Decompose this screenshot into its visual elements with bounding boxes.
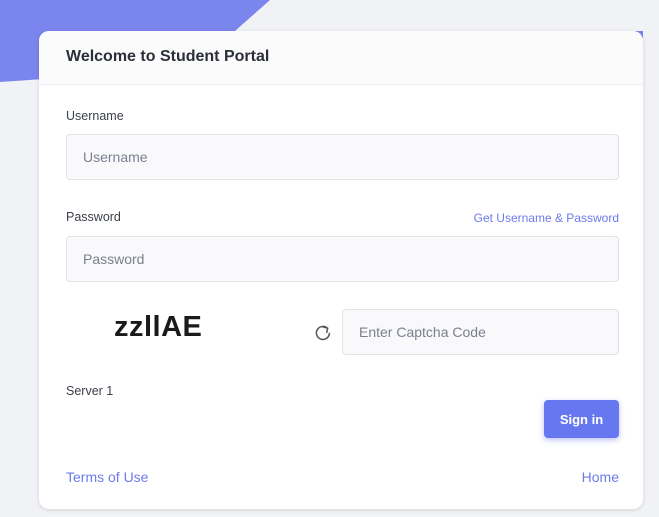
server-label: Server 1 <box>66 384 114 398</box>
password-input[interactable] <box>66 236 619 282</box>
password-label: Password <box>66 210 121 224</box>
captcha-input[interactable] <box>342 309 619 355</box>
page-title: Welcome to Student Portal <box>66 48 270 65</box>
captcha-image: zzllAE <box>114 311 203 343</box>
login-card: Welcome to Student Portal Username Passw… <box>39 31 643 509</box>
get-username-password-link[interactable]: Get Username & Password <box>474 211 619 225</box>
username-label: Username <box>66 109 124 123</box>
card-header: Welcome to Student Portal <box>39 31 643 85</box>
sign-in-button[interactable]: Sign in <box>544 400 619 438</box>
terms-of-use-link[interactable]: Terms of Use <box>66 469 148 485</box>
username-input[interactable] <box>66 134 619 180</box>
home-link[interactable]: Home <box>582 469 619 485</box>
refresh-icon[interactable] <box>313 323 333 343</box>
